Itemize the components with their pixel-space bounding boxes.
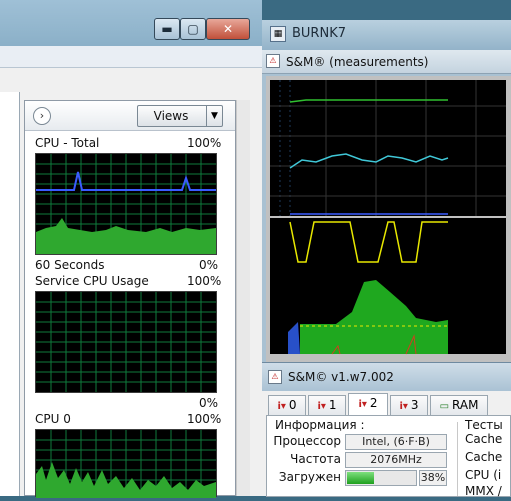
- graph-title: CPU 0: [35, 412, 71, 426]
- service-cpu-plot: [36, 292, 216, 392]
- tab-cpu-1[interactable]: i▾ 1: [308, 395, 346, 415]
- cpu-tabs: i▾ 0 i▾ 1 i▾ 2 i▾ 3 ▭ RAM: [266, 393, 511, 415]
- dialog-title-bar: ⚠ S&M© v1.w7.002: [262, 363, 511, 391]
- graphs-pane-header: › Views ▼: [25, 101, 235, 131]
- graph-title: Service CPU Usage: [35, 274, 149, 288]
- minimize-button[interactable]: ▬: [154, 18, 180, 40]
- tab-cpu-3[interactable]: i▾ 3: [390, 395, 428, 415]
- dialog-title: S&M© v1.w7.002: [288, 370, 394, 384]
- test-item[interactable]: Cache: [465, 432, 502, 446]
- memory-icon: ▭: [439, 401, 450, 412]
- frequency-label: Частота: [290, 452, 341, 466]
- processor-label: Процессор: [273, 434, 341, 448]
- burnk7-title: BURNK7: [292, 26, 346, 41]
- graphs-pane: › Views ▼ CPU - Total 100% 60 Seconds 0%…: [24, 100, 236, 498]
- tab-cpu-0[interactable]: i▾ 0: [268, 395, 306, 415]
- cpu-info-panel: Информация : Процессор Intel, (6·F·B) Ча…: [266, 415, 511, 498]
- service-cpu-graph: [35, 291, 217, 393]
- graph-min-label: 0%: [199, 258, 219, 272]
- app-icon: ▦: [270, 26, 286, 42]
- load-progress-fill: [347, 472, 374, 484]
- views-label: Views: [153, 109, 189, 123]
- graph-max-label: 100%: [187, 274, 222, 288]
- processor-value: Intel, (6·F·B): [345, 434, 447, 450]
- chevron-down-icon[interactable]: ▼: [206, 106, 222, 126]
- frequency-value: 2076MHz: [345, 452, 447, 468]
- test-item[interactable]: CPU (i: [465, 468, 501, 482]
- burnk7-title-bar: ▦ BURNK7: [262, 20, 511, 50]
- collapse-pane-button[interactable]: ›: [33, 107, 51, 125]
- graph-max-label: 100%: [187, 412, 222, 426]
- load-progress-bar: [345, 470, 417, 486]
- cpu-total-plot: [36, 154, 216, 254]
- cpu0-plot: [36, 430, 216, 498]
- maximize-button[interactable]: ▢: [180, 18, 206, 40]
- graph-min-label: 0%: [199, 396, 219, 410]
- sm-icon: ⚠: [266, 54, 280, 68]
- close-button[interactable]: ✕: [206, 18, 250, 40]
- sm-icon: ⚠: [268, 370, 282, 384]
- test-item[interactable]: Cache: [465, 450, 502, 464]
- graph-max-label: 100%: [187, 136, 222, 150]
- sm-measurements-title: S&M® (measurements): [286, 55, 429, 69]
- cpu-total-graph: [35, 153, 217, 255]
- left-panel: [0, 92, 20, 496]
- cpu0-graph: [35, 429, 217, 498]
- toolbar: [0, 46, 262, 68]
- divider: [457, 422, 458, 496]
- info-header: Информация :: [275, 418, 365, 432]
- tab-ram[interactable]: ▭ RAM: [430, 395, 488, 415]
- cpu-icon: i▾: [317, 401, 326, 412]
- vertical-scrollbar[interactable]: [236, 100, 250, 496]
- cpu-icon: i▾: [358, 399, 367, 410]
- tab-cpu-2[interactable]: i▾ 2: [348, 393, 388, 415]
- load-value: 38%: [419, 470, 447, 486]
- graph-title: CPU - Total: [35, 136, 100, 150]
- graph-time-span: 60 Seconds: [35, 258, 105, 272]
- tests-header: Тесты: [465, 418, 503, 432]
- cpu-icon: i▾: [277, 401, 286, 412]
- load-label: Загружен: [278, 470, 341, 484]
- views-dropdown[interactable]: Views ▼: [137, 105, 223, 127]
- cpu-icon: i▾: [399, 401, 408, 412]
- sm-dialog: ⚠ S&M© v1.w7.002 i▾ 0 i▾ 1 i▾ 2 i▾ 3 ▭ RAM Ин…: [262, 362, 511, 498]
- resource-monitor-window: ▬ ▢ ✕ › Views ▼ CPU - Total 100% 60 Seco…: [0, 0, 262, 498]
- sm-measurements-title-bar: ⚠ S&M® (measurements): [262, 50, 511, 74]
